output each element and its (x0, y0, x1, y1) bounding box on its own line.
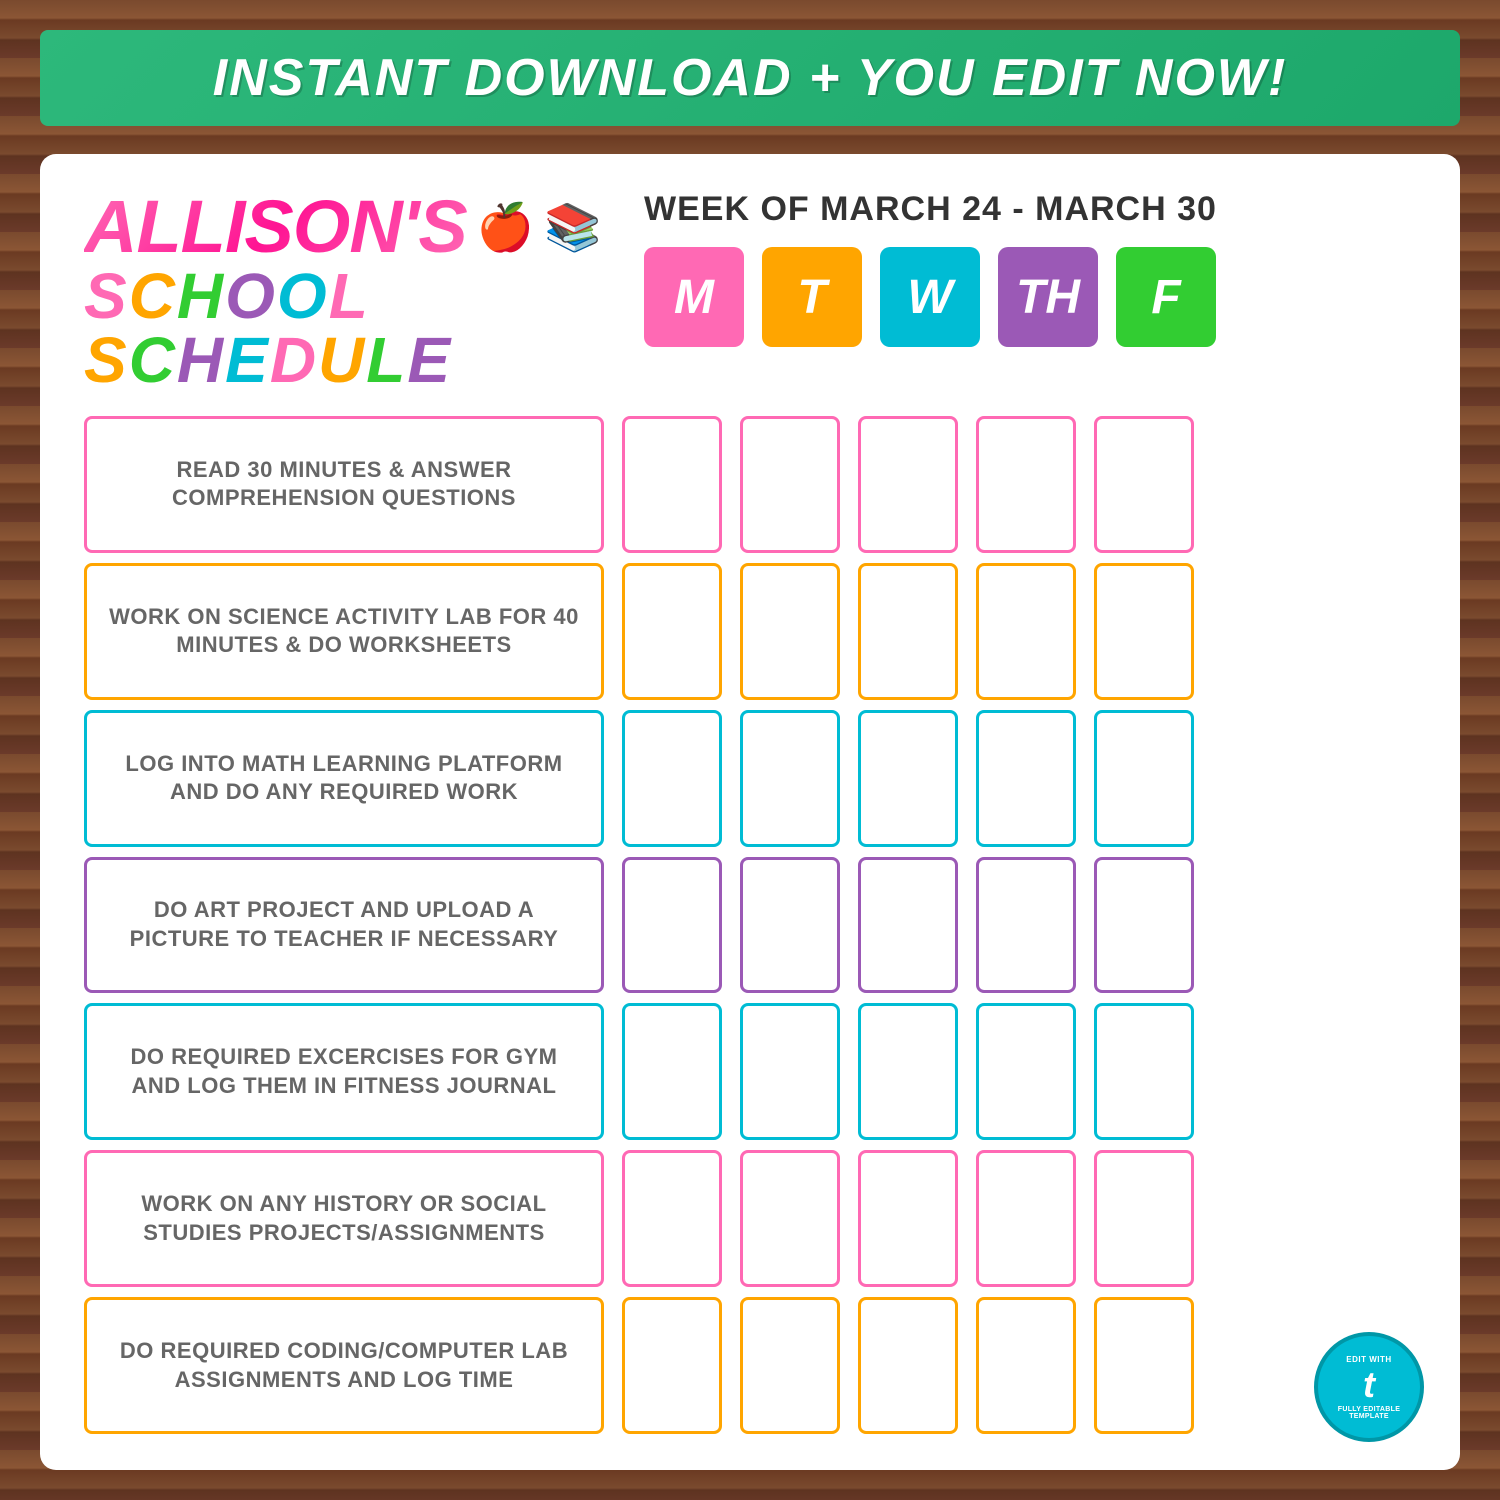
week-text: WEEK OF MARCH 24 - MARCH 30 (644, 190, 1217, 229)
task-cells-3 (622, 710, 1416, 847)
check-cell[interactable] (976, 563, 1076, 700)
check-cell[interactable] (1094, 563, 1194, 700)
apple-icon: 🍎 (477, 200, 534, 255)
task-cells-6 (622, 1150, 1416, 1287)
check-cell[interactable] (858, 416, 958, 553)
school-schedule-text: SCHOOL SCHEDULE (84, 264, 604, 392)
task-label-2: WORK ON SCIENCE ACTIVITY LAB FOR 40 MINU… (84, 563, 604, 700)
task-cells-5 (622, 1003, 1416, 1140)
task-grid: READ 30 MINUTES & ANSWER COMPREHENSION Q… (84, 416, 1416, 1434)
check-cell[interactable] (976, 1297, 1076, 1434)
check-cell[interactable] (1094, 416, 1194, 553)
task-label-3: LOG INTO MATH LEARNING PLATFORM AND DO A… (84, 710, 604, 847)
day-thursday: TH (998, 247, 1098, 347)
day-tuesday: T (762, 247, 862, 347)
check-cell[interactable] (858, 1003, 958, 1140)
check-cell[interactable] (740, 1297, 840, 1434)
check-cell[interactable] (622, 857, 722, 994)
task-cells-7 (622, 1297, 1416, 1434)
check-cell[interactable] (976, 416, 1076, 553)
task-row: DO REQUIRED EXCERCISES FOR GYM AND LOG T… (84, 1003, 1416, 1140)
day-wednesday: W (880, 247, 980, 347)
check-cell[interactable] (622, 1003, 722, 1140)
check-cell[interactable] (740, 1003, 840, 1140)
task-cells-2 (622, 563, 1416, 700)
task-cells-1 (622, 416, 1416, 553)
templett-bottom-text: FULLY EDITABLE TEMPLATE (1324, 1406, 1414, 1420)
check-cell[interactable] (740, 563, 840, 700)
templett-inner: EDIT WITH t FULLY EDITABLE TEMPLATE (1324, 1342, 1414, 1432)
title-block: ALLISON'S 🍎 📚 SCHOOL SCHEDULE (84, 190, 604, 392)
task-label-6: WORK ON ANY HISTORY OR SOCIAL STUDIES PR… (84, 1150, 604, 1287)
main-card: ALLISON'S 🍎 📚 SCHOOL SCHEDULE WEEK OF MA… (40, 154, 1460, 1470)
check-cell[interactable] (622, 563, 722, 700)
background: INSTANT DOWNLOAD + YOU EDIT NOW! ALLISON… (0, 0, 1500, 1500)
banner-text: INSTANT DOWNLOAD + YOU EDIT NOW! (213, 49, 1288, 107)
check-cell[interactable] (622, 710, 722, 847)
check-cell[interactable] (858, 857, 958, 994)
task-row: DO REQUIRED CODING/COMPUTER LAB ASSIGNME… (84, 1297, 1416, 1434)
check-cell[interactable] (622, 416, 722, 553)
check-cell[interactable] (622, 1297, 722, 1434)
week-block: WEEK OF MARCH 24 - MARCH 30 M T W TH F (604, 190, 1416, 347)
day-headers: M T W TH F (644, 247, 1216, 347)
task-row: WORK ON SCIENCE ACTIVITY LAB FOR 40 MINU… (84, 563, 1416, 700)
task-label-1: READ 30 MINUTES & ANSWER COMPREHENSION Q… (84, 416, 604, 553)
check-cell[interactable] (858, 563, 958, 700)
check-cell[interactable] (740, 1150, 840, 1287)
check-cell[interactable] (858, 1297, 958, 1434)
check-cell[interactable] (858, 1150, 958, 1287)
header-row: ALLISON'S 🍎 📚 SCHOOL SCHEDULE WEEK OF MA… (84, 190, 1416, 392)
task-label-4: DO ART PROJECT AND UPLOAD A PICTURE TO T… (84, 857, 604, 994)
task-cells-4 (622, 857, 1416, 994)
check-cell[interactable] (1094, 1003, 1194, 1140)
templett-letter: t (1363, 1364, 1375, 1406)
allisons-text: ALLISON'S (84, 190, 467, 264)
templett-badge: EDIT WITH t FULLY EDITABLE TEMPLATE (1314, 1332, 1424, 1442)
check-cell[interactable] (622, 1150, 722, 1287)
day-monday: M (644, 247, 744, 347)
promo-banner: INSTANT DOWNLOAD + YOU EDIT NOW! (40, 30, 1460, 126)
check-cell[interactable] (976, 857, 1076, 994)
task-label-5: DO REQUIRED EXCERCISES FOR GYM AND LOG T… (84, 1003, 604, 1140)
day-friday: F (1116, 247, 1216, 347)
task-row: READ 30 MINUTES & ANSWER COMPREHENSION Q… (84, 416, 1416, 553)
check-cell[interactable] (976, 1003, 1076, 1140)
task-row: LOG INTO MATH LEARNING PLATFORM AND DO A… (84, 710, 1416, 847)
check-cell[interactable] (740, 710, 840, 847)
templett-top-text: EDIT WITH (1346, 1355, 1391, 1364)
check-cell[interactable] (1094, 710, 1194, 847)
task-row: DO ART PROJECT AND UPLOAD A PICTURE TO T… (84, 857, 1416, 994)
check-cell[interactable] (1094, 1150, 1194, 1287)
check-cell[interactable] (976, 1150, 1076, 1287)
task-label-7: DO REQUIRED CODING/COMPUTER LAB ASSIGNME… (84, 1297, 604, 1434)
allisons-line: ALLISON'S 🍎 📚 (84, 190, 601, 264)
books-icon: 📚 (544, 200, 601, 255)
check-cell[interactable] (976, 710, 1076, 847)
check-cell[interactable] (740, 857, 840, 994)
check-cell[interactable] (740, 416, 840, 553)
check-cell[interactable] (1094, 857, 1194, 994)
check-cell[interactable] (1094, 1297, 1194, 1434)
task-row: WORK ON ANY HISTORY OR SOCIAL STUDIES PR… (84, 1150, 1416, 1287)
check-cell[interactable] (858, 710, 958, 847)
